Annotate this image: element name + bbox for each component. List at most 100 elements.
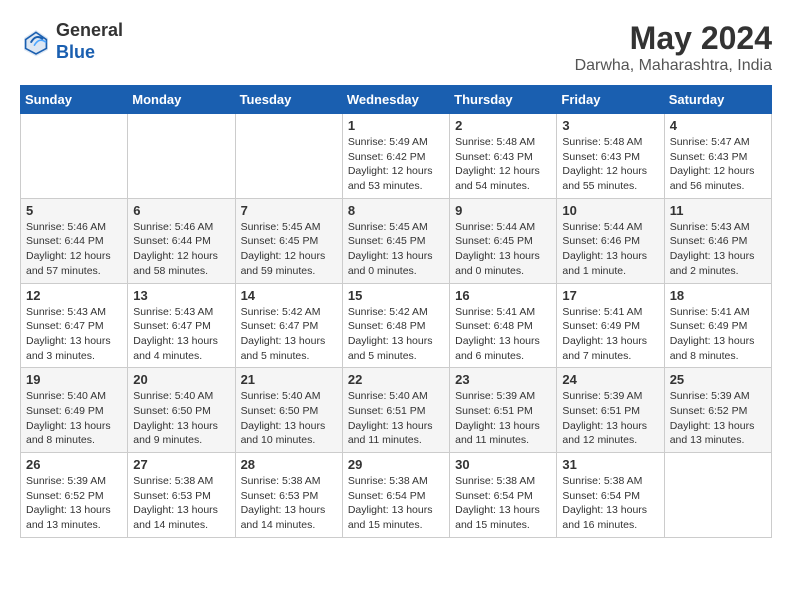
- week-row-5: 26Sunrise: 5:39 AMSunset: 6:52 PMDayligh…: [21, 453, 772, 538]
- logo-text: General Blue: [56, 20, 123, 63]
- day-info: Sunrise: 5:38 AMSunset: 6:54 PMDaylight:…: [348, 474, 444, 533]
- calendar-header: SundayMondayTuesdayWednesdayThursdayFrid…: [21, 86, 772, 114]
- day-cell: 7 Sunrise: 5:45 AMSunset: 6:45 PMDaylight…: [235, 198, 342, 283]
- day-info: Sunrise: 5:43 AMSunset: 6:47 PMDaylight:…: [26, 305, 122, 364]
- day-cell: [664, 453, 771, 538]
- day-number: 8: [348, 203, 444, 218]
- week-row-3: 12 Sunrise: 5:43 AMSunset: 6:47 PMDayligh…: [21, 283, 772, 368]
- day-cell: 18Sunrise: 5:41 AMSunset: 6:49 PMDayligh…: [664, 283, 771, 368]
- day-number: 12: [26, 288, 122, 303]
- day-number: 10: [562, 203, 658, 218]
- day-info: Sunrise: 5:39 AMSunset: 6:52 PMDaylight:…: [670, 389, 766, 448]
- day-number: 2: [455, 118, 551, 133]
- day-info: Sunrise: 5:38 AMSunset: 6:53 PMDaylight:…: [241, 474, 337, 533]
- day-number: 7: [241, 203, 337, 218]
- day-number: 29: [348, 457, 444, 472]
- day-cell: 4Sunrise: 5:47 AMSunset: 6:43 PMDaylight…: [664, 114, 771, 199]
- day-number: 16: [455, 288, 551, 303]
- day-number: 31: [562, 457, 658, 472]
- day-number: 26: [26, 457, 122, 472]
- day-info: Sunrise: 5:41 AMSunset: 6:49 PMDaylight:…: [670, 305, 766, 364]
- day-header-saturday: Saturday: [664, 86, 771, 114]
- day-cell: 20Sunrise: 5:40 AMSunset: 6:50 PMDayligh…: [128, 368, 235, 453]
- day-header-monday: Monday: [128, 86, 235, 114]
- days-of-week-row: SundayMondayTuesdayWednesdayThursdayFrid…: [21, 86, 772, 114]
- day-info: Sunrise: 5:42 AMSunset: 6:47 PMDaylight:…: [241, 305, 337, 364]
- week-row-2: 5 Sunrise: 5:46 AMSunset: 6:44 PMDaylight…: [21, 198, 772, 283]
- day-cell: 28Sunrise: 5:38 AMSunset: 6:53 PMDayligh…: [235, 453, 342, 538]
- month-title: May 2024: [575, 20, 772, 57]
- day-cell: 2 Sunrise: 5:48 AMSunset: 6:43 PMDaylight…: [450, 114, 557, 199]
- day-header-tuesday: Tuesday: [235, 86, 342, 114]
- day-cell: [235, 114, 342, 199]
- day-info: Sunrise: 5:39 AMSunset: 6:51 PMDaylight:…: [562, 389, 658, 448]
- day-number: 9: [455, 203, 551, 218]
- day-info: Sunrise: 5:40 AMSunset: 6:51 PMDaylight:…: [348, 389, 444, 448]
- day-number: 24: [562, 372, 658, 387]
- page-header: General Blue May 2024 Darwha, Maharashtr…: [20, 20, 772, 75]
- day-number: 27: [133, 457, 229, 472]
- day-cell: 10 Sunrise: 5:44 AMSunset: 6:46 PMDayligh…: [557, 198, 664, 283]
- day-number: 5: [26, 203, 122, 218]
- day-info: Sunrise: 5:39 AMSunset: 6:51 PMDaylight:…: [455, 389, 551, 448]
- day-info: Sunrise: 5:44 AMSunset: 6:46 PMDaylight:…: [562, 220, 658, 279]
- day-info: Sunrise: 5:40 AMSunset: 6:50 PMDaylight:…: [241, 389, 337, 448]
- day-cell: 16 Sunrise: 5:41 AMSunset: 6:48 PMDayligh…: [450, 283, 557, 368]
- day-header-sunday: Sunday: [21, 86, 128, 114]
- day-cell: 29 Sunrise: 5:38 AMSunset: 6:54 PMDayligh…: [342, 453, 449, 538]
- day-cell: [21, 114, 128, 199]
- day-cell: 26Sunrise: 5:39 AMSunset: 6:52 PMDayligh…: [21, 453, 128, 538]
- day-header-wednesday: Wednesday: [342, 86, 449, 114]
- day-number: 4: [670, 118, 766, 133]
- day-number: 3: [562, 118, 658, 133]
- day-cell: 3 Sunrise: 5:48 AMSunset: 6:43 PMDaylight…: [557, 114, 664, 199]
- day-info: Sunrise: 5:38 AMSunset: 6:53 PMDaylight:…: [133, 474, 229, 533]
- day-number: 30: [455, 457, 551, 472]
- day-number: 6: [133, 203, 229, 218]
- day-info: Sunrise: 5:48 AMSunset: 6:43 PMDaylight:…: [562, 135, 658, 194]
- week-row-1: 1 Sunrise: 5:49 AMSunset: 6:42 PMDaylight…: [21, 114, 772, 199]
- day-cell: 13Sunrise: 5:43 AMSunset: 6:47 PMDayligh…: [128, 283, 235, 368]
- day-info: Sunrise: 5:48 AMSunset: 6:43 PMDaylight:…: [455, 135, 551, 194]
- day-number: 1: [348, 118, 444, 133]
- logo: General Blue: [20, 20, 123, 63]
- day-number: 19: [26, 372, 122, 387]
- day-cell: 19 Sunrise: 5:40 AMSunset: 6:49 PMDayligh…: [21, 368, 128, 453]
- day-number: 25: [670, 372, 766, 387]
- day-cell: 30 Sunrise: 5:38 AMSunset: 6:54 PMDayligh…: [450, 453, 557, 538]
- day-header-friday: Friday: [557, 86, 664, 114]
- day-info: Sunrise: 5:49 AMSunset: 6:42 PMDaylight:…: [348, 135, 444, 194]
- day-info: Sunrise: 5:43 AMSunset: 6:46 PMDaylight:…: [670, 220, 766, 279]
- day-cell: 25 Sunrise: 5:39 AMSunset: 6:52 PMDayligh…: [664, 368, 771, 453]
- day-cell: [128, 114, 235, 199]
- day-info: Sunrise: 5:44 AMSunset: 6:45 PMDaylight:…: [455, 220, 551, 279]
- day-number: 11: [670, 203, 766, 218]
- day-info: Sunrise: 5:43 AMSunset: 6:47 PMDaylight:…: [133, 305, 229, 364]
- day-info: Sunrise: 5:42 AMSunset: 6:48 PMDaylight:…: [348, 305, 444, 364]
- day-number: 21: [241, 372, 337, 387]
- calendar-table: SundayMondayTuesdayWednesdayThursdayFrid…: [20, 85, 772, 538]
- day-number: 14: [241, 288, 337, 303]
- day-info: Sunrise: 5:38 AMSunset: 6:54 PMDaylight:…: [455, 474, 551, 533]
- day-number: 17: [562, 288, 658, 303]
- calendar-body: 1 Sunrise: 5:49 AMSunset: 6:42 PMDaylight…: [21, 114, 772, 538]
- day-header-thursday: Thursday: [450, 86, 557, 114]
- day-cell: 24 Sunrise: 5:39 AMSunset: 6:51 PMDayligh…: [557, 368, 664, 453]
- day-info: Sunrise: 5:46 AMSunset: 6:44 PMDaylight:…: [133, 220, 229, 279]
- day-cell: 12 Sunrise: 5:43 AMSunset: 6:47 PMDayligh…: [21, 283, 128, 368]
- day-number: 23: [455, 372, 551, 387]
- day-cell: 1 Sunrise: 5:49 AMSunset: 6:42 PMDaylight…: [342, 114, 449, 199]
- week-row-4: 19 Sunrise: 5:40 AMSunset: 6:49 PMDayligh…: [21, 368, 772, 453]
- day-info: Sunrise: 5:38 AMSunset: 6:54 PMDaylight:…: [562, 474, 658, 533]
- day-info: Sunrise: 5:40 AMSunset: 6:49 PMDaylight:…: [26, 389, 122, 448]
- day-info: Sunrise: 5:40 AMSunset: 6:50 PMDaylight:…: [133, 389, 229, 448]
- day-info: Sunrise: 5:45 AMSunset: 6:45 PMDaylight:…: [241, 220, 337, 279]
- day-cell: 21 Sunrise: 5:40 AMSunset: 6:50 PMDayligh…: [235, 368, 342, 453]
- day-cell: 23 Sunrise: 5:39 AMSunset: 6:51 PMDayligh…: [450, 368, 557, 453]
- day-cell: 9 Sunrise: 5:44 AMSunset: 6:45 PMDaylight…: [450, 198, 557, 283]
- day-info: Sunrise: 5:41 AMSunset: 6:48 PMDaylight:…: [455, 305, 551, 364]
- day-cell: 6 Sunrise: 5:46 AMSunset: 6:44 PMDaylight…: [128, 198, 235, 283]
- day-cell: 27 Sunrise: 5:38 AMSunset: 6:53 PMDayligh…: [128, 453, 235, 538]
- day-info: Sunrise: 5:46 AMSunset: 6:44 PMDaylight:…: [26, 220, 122, 279]
- day-number: 15: [348, 288, 444, 303]
